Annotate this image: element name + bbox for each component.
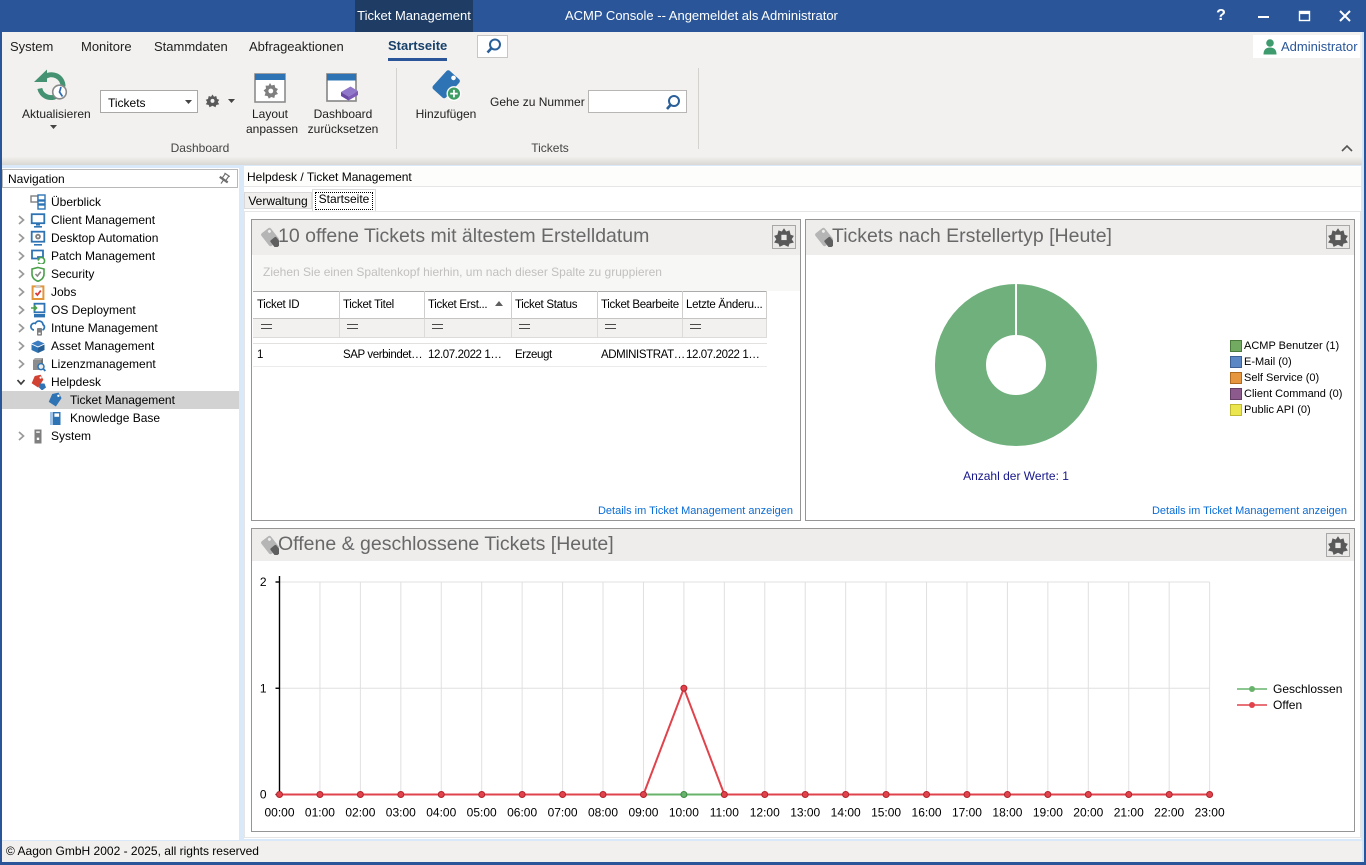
svg-text:18:00: 18:00 (992, 806, 1022, 820)
svg-text:10:00: 10:00 (669, 806, 699, 820)
svg-text:04:00: 04:00 (426, 806, 456, 820)
svg-text:07:00: 07:00 (548, 806, 578, 820)
svg-text:0: 0 (260, 788, 267, 802)
svg-text:12:00: 12:00 (750, 806, 780, 820)
svg-text:03:00: 03:00 (386, 806, 416, 820)
svg-text:Geschlossen: Geschlossen (1273, 682, 1342, 696)
svg-text:20:00: 20:00 (1073, 806, 1103, 820)
svg-text:11:00: 11:00 (710, 806, 739, 820)
svg-text:19:00: 19:00 (1033, 806, 1063, 820)
svg-text:15:00: 15:00 (871, 806, 901, 820)
svg-text:1: 1 (260, 681, 267, 695)
svg-text:14:00: 14:00 (831, 806, 861, 820)
svg-text:00:00: 00:00 (264, 806, 294, 820)
svg-text:01:00: 01:00 (305, 806, 335, 820)
svg-text:22:00: 22:00 (1154, 806, 1184, 820)
svg-text:Offen: Offen (1273, 698, 1302, 712)
svg-text:08:00: 08:00 (588, 806, 618, 820)
svg-text:21:00: 21:00 (1114, 806, 1144, 820)
svg-text:02:00: 02:00 (345, 806, 375, 820)
svg-text:06:00: 06:00 (507, 806, 537, 820)
svg-text:17:00: 17:00 (952, 806, 982, 820)
svg-text:13:00: 13:00 (790, 806, 820, 820)
svg-text:05:00: 05:00 (467, 806, 497, 820)
svg-text:2: 2 (260, 575, 267, 589)
svg-text:16:00: 16:00 (912, 806, 942, 820)
svg-text:23:00: 23:00 (1195, 806, 1225, 820)
svg-text:09:00: 09:00 (628, 806, 658, 820)
